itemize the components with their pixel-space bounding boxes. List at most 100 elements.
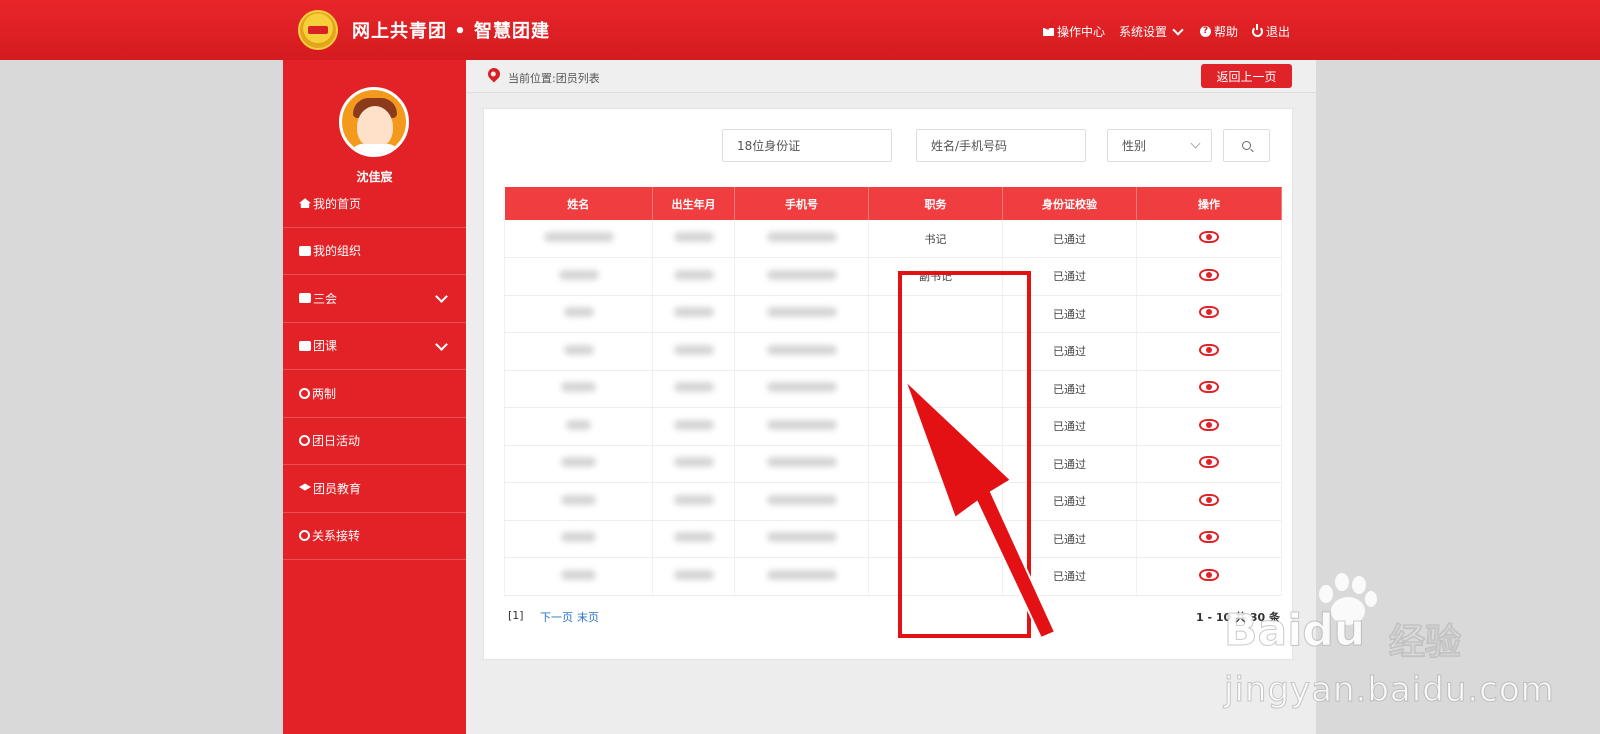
blurred-text bbox=[673, 307, 714, 318]
name-cell bbox=[504, 445, 653, 483]
table-row: 已通过 bbox=[504, 332, 1282, 371]
mail-icon bbox=[1042, 27, 1054, 36]
table-row: 书记 已通过 bbox=[504, 220, 1282, 258]
blurred-text bbox=[673, 382, 714, 393]
ops-center-label: 操作中心 bbox=[1056, 25, 1105, 39]
back-button[interactable]: 返回上一页 bbox=[1201, 64, 1292, 88]
blurred-text bbox=[766, 457, 837, 468]
view-eye-icon[interactable] bbox=[1199, 231, 1219, 243]
sidebar-item-lessons[interactable]: 团课 bbox=[283, 323, 466, 370]
name-cell bbox=[504, 407, 653, 446]
action-cell bbox=[1136, 557, 1282, 596]
gender-select[interactable]: 性别 bbox=[1107, 129, 1212, 162]
sidebar-item-education[interactable]: 团员教育 bbox=[283, 465, 466, 513]
table-header-row: 姓名 出生年月 手机号 职务 身份证校验 操作 bbox=[504, 187, 1282, 220]
name-cell bbox=[504, 370, 653, 408]
birth-cell bbox=[652, 295, 735, 333]
sidebar-item-transfer[interactable]: 关系接转 bbox=[283, 513, 466, 560]
birth-cell bbox=[652, 520, 735, 558]
settings-label: 系统设置 bbox=[1118, 25, 1167, 39]
table-row: 已通过 bbox=[504, 295, 1282, 333]
blurred-text bbox=[673, 344, 714, 355]
top-nav: 操作中心 系统设置 ? 帮助 退出 bbox=[1042, 23, 1290, 40]
search-button[interactable] bbox=[1223, 129, 1270, 162]
action-cell bbox=[1136, 220, 1282, 258]
action-cell bbox=[1136, 445, 1282, 483]
avatar-shirt bbox=[352, 144, 398, 154]
blurred-text bbox=[561, 569, 596, 580]
watermark-cn: 经验 bbox=[1388, 622, 1462, 664]
phone-cell bbox=[734, 220, 869, 258]
birth-cell bbox=[652, 407, 735, 446]
sidebar-item-systems[interactable]: 两制 bbox=[283, 370, 466, 418]
sidebar-item-label: 三会 bbox=[313, 291, 338, 306]
table-row: 副书记 已通过 bbox=[504, 257, 1282, 296]
view-eye-icon[interactable] bbox=[1199, 268, 1219, 281]
recycle-icon bbox=[299, 435, 310, 447]
column-header[interactable]: 手机号 bbox=[734, 187, 869, 220]
phone-cell bbox=[734, 257, 869, 296]
top-bar: 网上共青团 • 智慧团建 操作中心 系统设置 ? 帮助 退出 bbox=[0, 0, 1600, 60]
view-eye-icon[interactable] bbox=[1199, 306, 1219, 319]
column-header[interactable]: 职务 bbox=[868, 187, 1003, 220]
sidebar-item-organization[interactable]: 我的组织 bbox=[283, 228, 466, 275]
ops-center-link[interactable]: 操作中心 bbox=[1042, 23, 1105, 40]
column-header[interactable]: 姓名 bbox=[504, 187, 653, 220]
home-icon bbox=[299, 198, 311, 209]
view-eye-icon[interactable] bbox=[1199, 381, 1219, 394]
birth-cell bbox=[652, 257, 735, 296]
sidebar-item-label: 团日活动 bbox=[312, 434, 361, 449]
power-icon bbox=[1251, 24, 1263, 37]
sidebar-item-label: 我的首页 bbox=[313, 196, 362, 211]
next-page-link[interactable]: 下一页 bbox=[540, 611, 573, 624]
gender-select-value: 性别 bbox=[1122, 139, 1147, 153]
name-cell bbox=[504, 257, 653, 296]
blurred-text bbox=[766, 532, 837, 543]
column-header[interactable]: 操作 bbox=[1136, 187, 1282, 220]
sidebar-item-meetings[interactable]: 三会 bbox=[283, 275, 466, 323]
sidebar-item-label: 我的组织 bbox=[313, 244, 362, 259]
action-cell bbox=[1136, 332, 1282, 371]
chevron-down-icon bbox=[435, 337, 448, 351]
blurred-text bbox=[766, 494, 837, 505]
view-eye-icon[interactable] bbox=[1199, 531, 1219, 544]
breadcrumb: 当前位置:团员列表 bbox=[508, 72, 600, 85]
view-eye-icon[interactable] bbox=[1199, 343, 1219, 356]
sidebar-item-home[interactable]: 我的首页 bbox=[283, 180, 466, 228]
sidebar-item-activities[interactable]: 团日活动 bbox=[283, 418, 466, 465]
blurred-text bbox=[563, 307, 594, 318]
member-list-card: 性别 姓名 出生年月 手机号 职务 身份证校验 操作 书记已通过副书记 bbox=[483, 108, 1293, 660]
table-row: 已通过 bbox=[504, 482, 1282, 521]
help-icon: ? bbox=[1199, 26, 1211, 37]
view-eye-icon[interactable] bbox=[1199, 493, 1219, 506]
name-cell bbox=[504, 295, 653, 333]
name-cell bbox=[504, 520, 653, 558]
logo-icon bbox=[298, 10, 338, 50]
last-page-link[interactable]: 末页 bbox=[577, 611, 599, 624]
view-eye-icon[interactable] bbox=[1199, 456, 1219, 469]
id-card-input[interactable] bbox=[722, 129, 892, 162]
sidebar-menu: 我的首页 我的组织 三会 团课 两制 团日活动 团员教育 关系接转 bbox=[283, 180, 466, 560]
blurred-text bbox=[673, 269, 714, 280]
settings-menu[interactable]: 系统设置 bbox=[1119, 23, 1186, 40]
name-cell bbox=[504, 482, 653, 521]
main-content: 当前位置:团员列表 返回上一页 性别 姓名 出生年月 手机号 职务 身 bbox=[466, 60, 1316, 734]
column-header[interactable]: 出生年月 bbox=[652, 187, 735, 220]
blurred-text bbox=[561, 494, 596, 505]
users-icon bbox=[299, 245, 311, 256]
name-phone-input[interactable] bbox=[916, 129, 1086, 162]
logout-link[interactable]: 退出 bbox=[1251, 23, 1290, 40]
annotation-arrow bbox=[904, 379, 1057, 640]
position-cell: 书记 bbox=[868, 220, 1003, 258]
sidebar: 沈佳宸 我的首页 我的组织 三会 团课 两制 团日活动 团员教育 关系接转 bbox=[283, 60, 466, 734]
blurred-text bbox=[673, 532, 714, 543]
birth-cell bbox=[652, 557, 735, 596]
birth-cell bbox=[652, 370, 735, 408]
view-eye-icon[interactable] bbox=[1199, 568, 1219, 581]
help-link[interactable]: ? 帮助 bbox=[1199, 23, 1238, 40]
location-pin-icon bbox=[485, 65, 503, 83]
column-header[interactable]: 身份证校验 bbox=[1002, 187, 1137, 220]
view-eye-icon[interactable] bbox=[1199, 418, 1219, 431]
action-cell bbox=[1136, 257, 1282, 296]
blurred-text bbox=[766, 269, 837, 280]
